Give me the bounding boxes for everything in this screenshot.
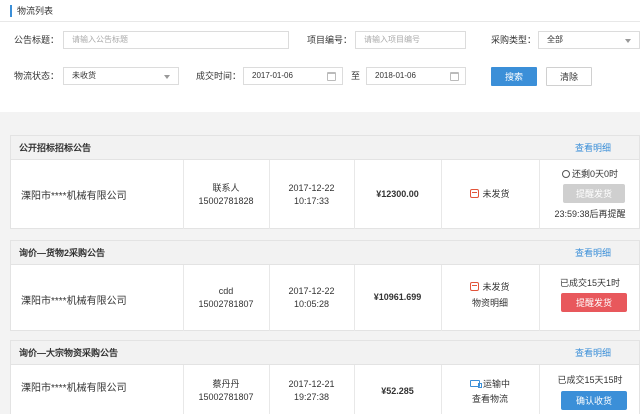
status-text: 运输中 (482, 379, 510, 389)
date-to-value: 2018-01-06 (375, 71, 416, 80)
contact-phone: 15002781807 (198, 299, 254, 309)
filter-panel: 物流列表 公告标题： 请输入公告标题 项目编号： 请输入项目编号 采购类型： 全… (0, 0, 640, 112)
countdown: 还剩0天0时 (539, 168, 640, 181)
confirm-receipt-button[interactable]: 确认收货 (561, 391, 627, 410)
date-from-input[interactable]: 2017-01-06 (243, 67, 343, 85)
title-input[interactable]: 请输入公告标题 (63, 31, 289, 49)
deal-clock: 10:05:28 (293, 299, 330, 309)
box-icon (470, 189, 480, 198)
deal-time: 2017-12-21 19:27:38 (269, 378, 354, 404)
contact-name: 联系人 (212, 183, 240, 193)
contact-info: cdd 15002781807 (183, 285, 269, 311)
contact-phone: 15002781807 (198, 392, 254, 402)
company-name: 溧阳市****机械有限公司 (21, 383, 127, 394)
deal-time: 2017-12-22 10:17:33 (269, 182, 354, 208)
contact-name: cdd (218, 286, 234, 296)
deal-elapsed: 已成交15天15时 (557, 375, 623, 385)
card-header: 询价—货物2采购公告 查看明细 (11, 241, 639, 265)
goods-details-link[interactable]: 物资明细 (441, 297, 539, 310)
purchase-type-label: 采购类型： (491, 35, 537, 45)
search-button[interactable]: 搜索 (491, 67, 537, 86)
amount: ¥10961.699 (373, 292, 422, 302)
date-separator: 至 (351, 71, 361, 81)
contact-info: 蔡丹丹 15002781807 (183, 378, 269, 404)
card-title: 询价—货物2采购公告 (19, 248, 106, 258)
contact-name: 蔡丹丹 (212, 379, 240, 389)
status-label: 物流状态： (14, 71, 60, 81)
clear-button[interactable]: 清除 (546, 67, 592, 86)
contact-info: 联系人 15002781828 (183, 182, 269, 208)
deal-time: 2017-12-22 10:05:28 (269, 285, 354, 311)
clock-icon (561, 170, 570, 178)
remind-ship-button[interactable]: 提醒发货 (563, 184, 625, 203)
truck-icon (469, 380, 482, 388)
logistics-status: 未发货 (441, 188, 539, 201)
breadcrumb: 物流列表 (10, 5, 53, 17)
date-label: 成交时间： (196, 71, 242, 81)
order-card: 询价—货物2采购公告 查看明细 溧阳市****机械有限公司 cdd 150027… (10, 240, 640, 331)
view-details-link[interactable]: 查看明细 (575, 247, 611, 259)
deal-elapsed: 已成交15天1时 (559, 278, 621, 288)
status-value: 未收货 (72, 71, 96, 80)
box-icon (470, 282, 480, 291)
status-text: 未发货 (482, 189, 510, 199)
deal-date: 2017-12-21 (288, 379, 335, 389)
divider (539, 265, 540, 331)
date-from-value: 2017-01-06 (252, 71, 293, 80)
title-label: 公告标题： (14, 35, 60, 45)
deal-clock: 10:17:33 (293, 196, 330, 206)
amount: ¥52.285 (381, 386, 414, 396)
project-input[interactable]: 请输入项目编号 (355, 31, 466, 49)
date-to-input[interactable]: 2018-01-06 (366, 67, 466, 85)
divider (539, 365, 540, 414)
company-name: 溧阳市****机械有限公司 (21, 191, 127, 202)
contact-phone: 15002781828 (198, 196, 254, 206)
purchase-type-select[interactable]: 全部 (538, 31, 640, 49)
deal-date: 2017-12-22 (288, 183, 335, 193)
company-name: 溧阳市****机械有限公司 (21, 296, 127, 307)
order-card: 公开招标招标公告 查看明细 溧阳市****机械有限公司 联系人 15002781… (10, 135, 640, 229)
chevron-down-icon (625, 39, 631, 43)
divider (0, 21, 640, 22)
view-details-link[interactable]: 查看明细 (575, 142, 611, 154)
remind-later-text: 23:59:38后再提醒 (554, 209, 626, 219)
remind-ship-button[interactable]: 提醒发货 (561, 293, 627, 312)
calendar-icon (450, 72, 459, 81)
order-card: 询价—大宗物资采购公告 查看明细 溧阳市****机械有限公司 蔡丹丹 15002… (10, 340, 640, 414)
view-details-link[interactable]: 查看明细 (575, 347, 611, 359)
card-header: 公开招标招标公告 查看明细 (11, 136, 639, 160)
card-title: 公开招标招标公告 (19, 143, 92, 153)
status-select[interactable]: 未收货 (63, 67, 179, 85)
logistics-status: 未发货 (441, 281, 539, 294)
deal-date: 2017-12-22 (288, 286, 335, 296)
countdown-text: 还剩0天0时 (571, 169, 618, 179)
logistics-status: 运输中 (441, 378, 539, 391)
chevron-down-icon (164, 75, 170, 79)
status-text: 未发货 (482, 282, 510, 292)
calendar-icon (327, 72, 336, 81)
amount: ¥12300.00 (376, 189, 419, 199)
project-label: 项目编号： (307, 35, 353, 45)
card-header: 询价—大宗物资采购公告 查看明细 (11, 341, 639, 365)
purchase-type-value: 全部 (547, 35, 563, 44)
card-title: 询价—大宗物资采购公告 (19, 348, 119, 358)
view-logistics-link[interactable]: 查看物流 (441, 393, 539, 406)
deal-clock: 19:27:38 (293, 392, 330, 402)
